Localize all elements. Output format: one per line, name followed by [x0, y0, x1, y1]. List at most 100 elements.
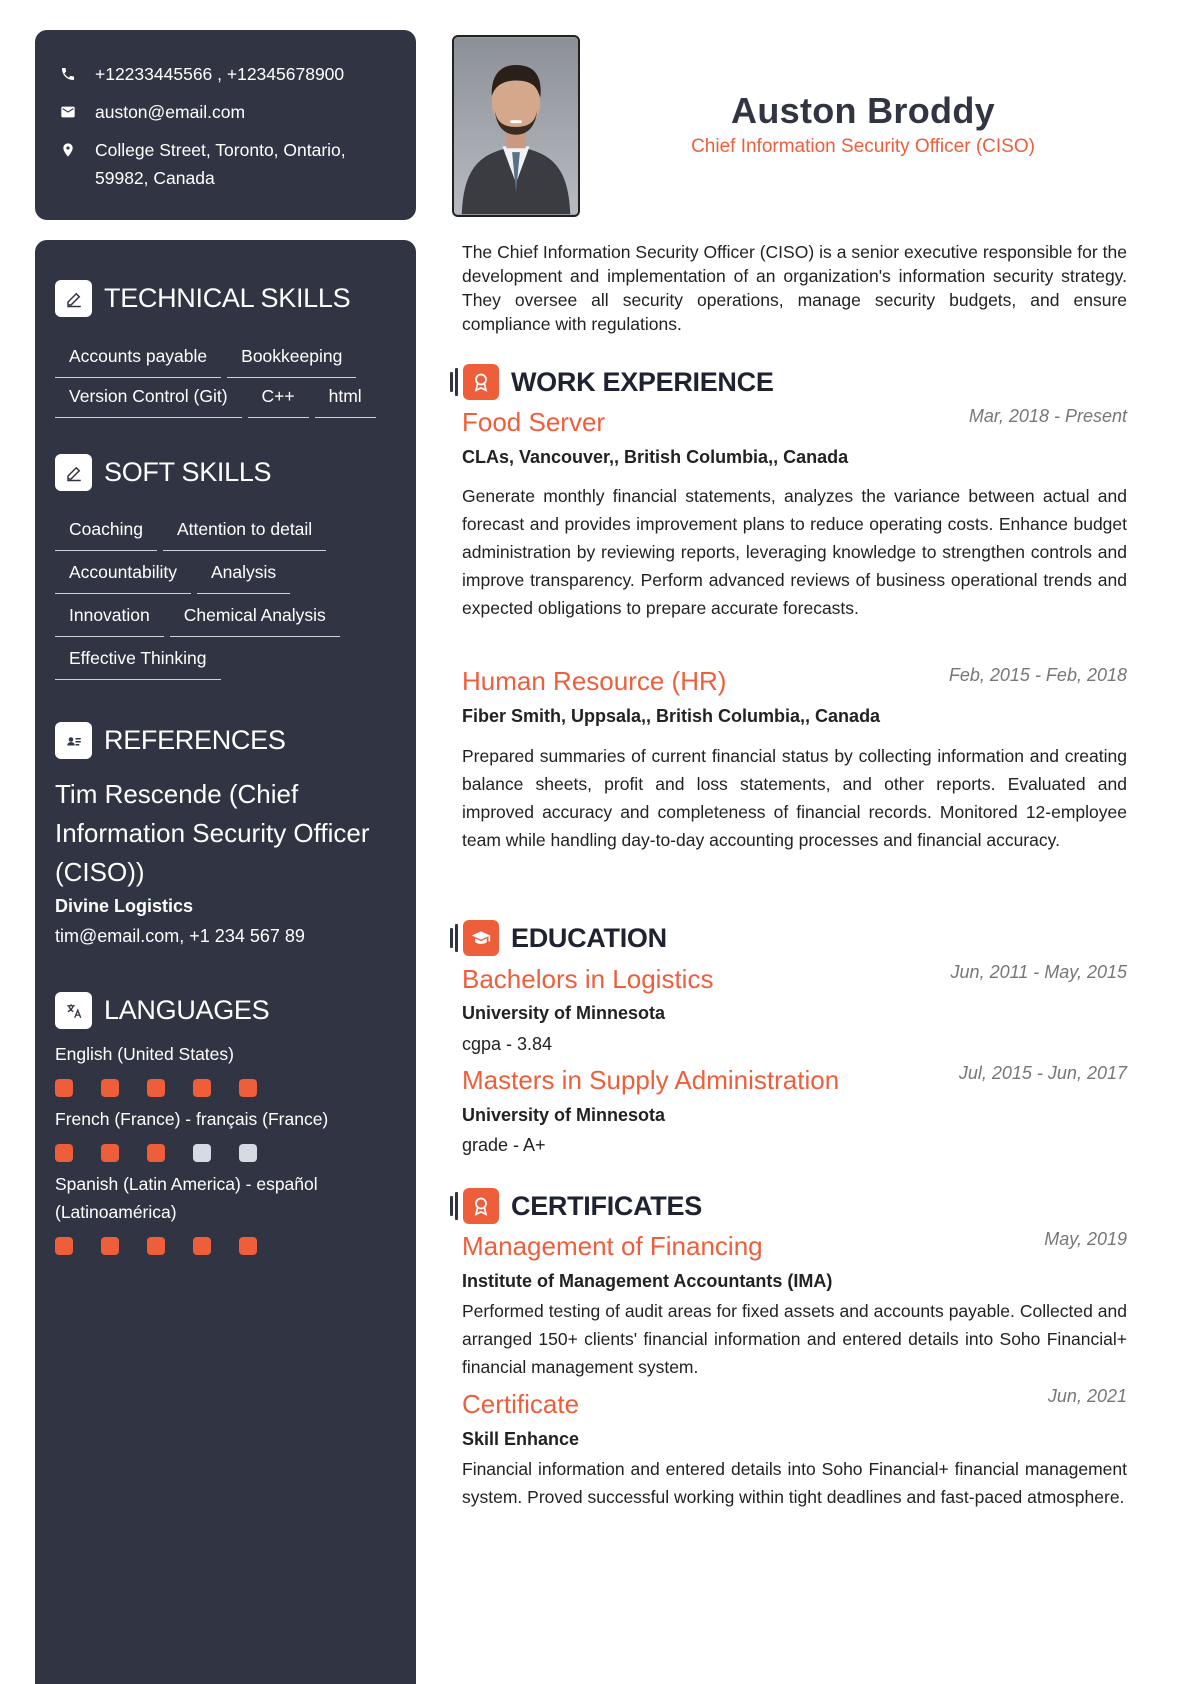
job-date: Feb, 2015 - Feb, 2018 — [948, 665, 1127, 685]
location-pin-icon — [60, 136, 95, 164]
job-title: Food Server — [462, 407, 606, 437]
section-bars — [450, 1192, 460, 1220]
language-level — [55, 1237, 285, 1255]
contact-address: College Street, Toronto, Ontario, 59982,… — [60, 136, 390, 192]
pencil-icon — [55, 454, 92, 491]
reference-name: Tim Rescende (Chief Information Security… — [55, 779, 370, 887]
language-name: Spanish (Latin America) - español (Latin… — [55, 1174, 318, 1222]
level-dot-filled — [147, 1237, 165, 1255]
level-dot-filled — [239, 1237, 257, 1255]
level-dot-filled — [147, 1079, 165, 1097]
reference-contact: tim@email.com, +1 234 567 89 — [55, 926, 305, 946]
technical-skills-heading: TECHNICAL SKILLS — [55, 280, 351, 317]
skill-pill: html — [314, 385, 376, 418]
languages-title: LANGUAGES — [104, 995, 270, 1025]
degree-school: University of Minnesota — [462, 1105, 666, 1125]
degree-title: Masters in Supply Administration — [462, 1065, 840, 1095]
language-level — [55, 1144, 285, 1162]
job-description: Prepared summaries of current financial … — [462, 746, 1127, 850]
soft-skills-row: Coaching Attention to detail — [55, 518, 332, 551]
level-dot-filled — [193, 1237, 211, 1255]
award-icon — [463, 1188, 499, 1224]
degree-title: Bachelors in Logistics — [462, 964, 714, 994]
skill-pill: Bookkeeping — [227, 345, 357, 378]
level-dot-filled — [55, 1079, 73, 1097]
skill-pill: C++ — [247, 385, 309, 418]
job-date: Mar, 2018 - Present — [968, 406, 1127, 426]
skill-pill: Analysis — [196, 561, 291, 594]
certificates-title: CERTIFICATES — [511, 1190, 702, 1221]
language-name: English (United States) — [55, 1044, 234, 1064]
job-title: Human Resource (HR) — [462, 666, 727, 696]
education-title: EDUCATION — [511, 922, 667, 953]
degree-grade: grade - A+ — [462, 1135, 546, 1155]
soft-skills-row: Accountability Analysis — [55, 561, 296, 594]
mail-icon — [60, 98, 95, 126]
section-bars — [450, 368, 460, 396]
degree-grade: cgpa - 3.84 — [462, 1034, 553, 1054]
degree-date: Jul, 2015 - Jun, 2017 — [958, 1063, 1127, 1083]
languages-heading: LANGUAGES — [55, 992, 270, 1029]
graduation-cap-icon — [463, 920, 499, 956]
level-dot-filled — [101, 1144, 119, 1162]
job-company: CLAs, Vancouver,, British Columbia,, Can… — [462, 447, 849, 467]
level-dot-empty — [239, 1144, 257, 1162]
level-dot-filled — [193, 1079, 211, 1097]
section-bars — [450, 924, 460, 952]
contact-card-icon — [55, 722, 92, 759]
skill-pill: Accounts payable — [55, 345, 222, 378]
language-name: French (France) - français (France) — [55, 1109, 329, 1129]
education-heading: EDUCATION — [450, 920, 667, 956]
degree-date: Jun, 2011 - May, 2015 — [950, 962, 1127, 982]
reference-company: Divine Logistics — [55, 896, 194, 916]
contact-email-text[interactable]: auston@email.com — [95, 98, 245, 126]
contact-address-text: College Street, Toronto, Ontario, 59982,… — [95, 140, 346, 188]
phone-icon — [60, 60, 95, 88]
technical-skills-row: Accounts payable Bookkeeping — [55, 345, 362, 378]
technical-skills-title: TECHNICAL SKILLS — [104, 283, 351, 313]
contact-phone-text: +12233445566 , +12345678900 — [95, 64, 345, 84]
contact-phone: +12233445566 , +12345678900 — [60, 60, 390, 88]
skill-pill: Chemical Analysis — [169, 604, 340, 637]
level-dot-filled — [101, 1237, 119, 1255]
level-dot-filled — [55, 1237, 73, 1255]
work-experience-heading: WORK EXPERIENCE — [450, 364, 774, 400]
level-dot-filled — [239, 1079, 257, 1097]
certificate-issuer: Skill Enhance — [462, 1429, 580, 1449]
technical-skills-row: Version Control (Git) C++ html — [55, 385, 382, 418]
certificate-description: Financial information and entered detail… — [462, 1459, 1127, 1507]
references-heading: REFERENCES — [55, 722, 286, 759]
certificate-title: Certificate — [462, 1389, 580, 1419]
soft-skills-row: Innovation Chemical Analysis — [55, 604, 346, 637]
skill-pill: Version Control (Git) — [55, 385, 242, 418]
skill-pill: Innovation — [55, 604, 164, 637]
level-dot-filled — [147, 1144, 165, 1162]
profile-photo-illustration — [454, 37, 578, 215]
certificates-heading: CERTIFICATES — [450, 1188, 702, 1224]
job-company: Fiber Smith, Uppsala,, British Columbia,… — [462, 706, 881, 726]
language-level — [55, 1079, 285, 1097]
certificate-date: May, 2019 — [1044, 1229, 1127, 1249]
profile-summary: The Chief Information Security Officer (… — [462, 242, 1127, 334]
degree-school: University of Minnesota — [462, 1003, 666, 1023]
award-icon — [463, 364, 499, 400]
level-dot-empty — [193, 1144, 211, 1162]
pencil-icon — [55, 280, 92, 317]
level-dot-filled — [101, 1079, 119, 1097]
skill-pill: Accountability — [55, 561, 191, 594]
certificate-issuer: Institute of Management Accountants (IMA… — [462, 1271, 833, 1291]
contact-panel: +12233445566 , +12345678900 auston@email… — [35, 30, 416, 220]
skill-pill: Effective Thinking — [55, 647, 221, 680]
translate-icon — [55, 992, 92, 1029]
certificate-description: Performed testing of audit areas for fix… — [462, 1301, 1127, 1377]
level-dot-filled — [55, 1144, 73, 1162]
job-description: Generate monthly financial statements, a… — [462, 486, 1127, 618]
soft-skills-title: SOFT SKILLS — [104, 457, 272, 487]
work-experience-title: WORK EXPERIENCE — [511, 366, 774, 397]
contact-email: auston@email.com — [60, 98, 390, 126]
profile-photo — [452, 35, 580, 217]
soft-skills-heading: SOFT SKILLS — [55, 454, 272, 491]
skill-pill: Attention to detail — [162, 518, 327, 551]
candidate-title: Chief Information Security Officer (CISO… — [691, 136, 1035, 157]
certificate-title: Management of Financing — [462, 1231, 763, 1261]
